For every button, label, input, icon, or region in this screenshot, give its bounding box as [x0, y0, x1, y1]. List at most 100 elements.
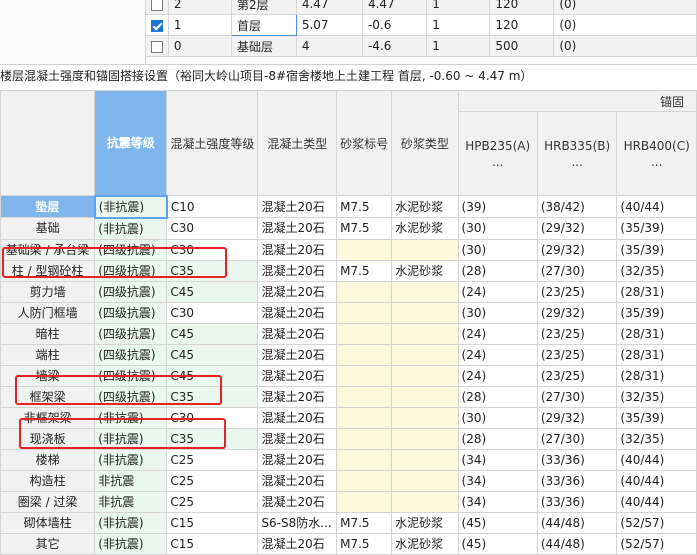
- mortar-type-cell[interactable]: 水泥砂浆: [391, 532, 459, 555]
- floor-bottom-elevation[interactable]: -4.6: [361, 35, 428, 57]
- seismic-level-cell[interactable]: (非抗震): [94, 427, 168, 450]
- mortar-grade-cell[interactable]: [336, 280, 393, 303]
- anchor-hrb335-cell[interactable]: (23/25): [536, 343, 618, 366]
- floor-checkbox-checked[interactable]: [150, 19, 163, 32]
- anchor-hpb235-cell[interactable]: (34): [457, 469, 538, 492]
- column-header-hrb400[interactable]: HRB400(C) ...: [616, 111, 697, 196]
- seismic-level-cell[interactable]: (四级抗震): [94, 259, 168, 282]
- column-header-seismic[interactable]: 抗震等级: [94, 90, 168, 196]
- anchor-hrb400-cell[interactable]: (35/39): [616, 301, 697, 324]
- anchor-hrb400-cell[interactable]: (28/31): [616, 343, 697, 366]
- column-header-hrb335[interactable]: HRB335(B) ...: [536, 111, 618, 196]
- concrete-grade-cell[interactable]: C15: [166, 532, 259, 555]
- anchor-hrb335-cell[interactable]: (29/32): [536, 238, 618, 261]
- anchor-hpb235-cell[interactable]: (30): [457, 238, 538, 261]
- mortar-type-cell[interactable]: 水泥砂浆: [391, 217, 459, 240]
- anchor-hpb235-cell[interactable]: (24): [457, 322, 538, 345]
- floor-slab-thickness[interactable]: 120: [489, 0, 555, 15]
- grid-row[interactable]: 其它 (非抗震) C15 混凝土20石 M7.5 水泥砂浆 (45) (44/48) (52/5…: [0, 532, 697, 555]
- mortar-type-cell[interactable]: [391, 238, 459, 261]
- grid-row[interactable]: 端柱 (四级抗震) C45 混凝土20石 (24) (23/25) (28/31): [0, 343, 697, 366]
- grid-row[interactable]: 楼梯 (非抗震) C25 混凝土20石 (34) (33/36) (40/44): [0, 448, 697, 471]
- mortar-type-cell[interactable]: 水泥砂浆: [391, 259, 459, 282]
- grid-row[interactable]: 墙梁 (四级抗震) C45 混凝土20石 (24) (23/25) (28/31): [0, 364, 697, 387]
- floor-height[interactable]: 4.47: [295, 0, 363, 15]
- mortar-type-cell[interactable]: [391, 343, 459, 366]
- mortar-grade-cell[interactable]: [336, 238, 393, 261]
- seismic-level-cell[interactable]: (四级抗震): [94, 322, 168, 345]
- anchor-hrb335-cell[interactable]: (29/32): [536, 301, 618, 324]
- mortar-type-cell[interactable]: [391, 322, 459, 345]
- seismic-level-cell[interactable]: (四级抗震): [94, 343, 168, 366]
- mortar-grade-cell[interactable]: M7.5: [336, 217, 393, 240]
- mortar-type-cell[interactable]: [391, 385, 459, 408]
- concrete-type-cell[interactable]: 混凝土20石: [257, 364, 338, 387]
- anchor-hpb235-cell[interactable]: (34): [457, 490, 538, 513]
- seismic-level-cell[interactable]: (四级抗震): [94, 385, 168, 408]
- concrete-type-cell[interactable]: 混凝土20石: [257, 301, 338, 324]
- concrete-type-cell[interactable]: 混凝土20石: [257, 469, 338, 492]
- floor-slab-thickness[interactable]: 500: [489, 35, 555, 57]
- anchor-hrb400-cell[interactable]: (35/39): [616, 406, 697, 429]
- anchor-hpb235-cell[interactable]: (30): [457, 217, 538, 240]
- anchor-hrb335-cell[interactable]: (33/36): [536, 469, 618, 492]
- concrete-grade-cell[interactable]: C30: [166, 301, 259, 324]
- anchor-hrb335-cell[interactable]: (23/25): [536, 280, 618, 303]
- floor-count[interactable]: 1: [426, 35, 491, 57]
- mortar-grade-cell[interactable]: [336, 385, 393, 408]
- grid-row[interactable]: 人防门框墙 (四级抗震) C30 混凝土20石 (30) (29/32) (35/39): [0, 301, 697, 324]
- mortar-grade-cell[interactable]: [336, 469, 393, 492]
- anchor-hrb335-cell[interactable]: (23/25): [536, 364, 618, 387]
- seismic-level-cell[interactable]: (非抗震): [94, 532, 168, 555]
- concrete-grade-cell[interactable]: C45: [166, 280, 259, 303]
- grid-row[interactable]: 剪力墙 (四级抗震) C45 混凝土20石 (24) (23/25) (28/31): [0, 280, 697, 303]
- floor-count[interactable]: 1: [426, 0, 491, 15]
- anchor-hrb400-cell[interactable]: (40/44): [616, 448, 697, 471]
- floor-name-edit-cell[interactable]: 首层: [230, 14, 297, 36]
- mortar-grade-cell[interactable]: [336, 490, 393, 513]
- concrete-type-cell[interactable]: 混凝土20石: [257, 448, 338, 471]
- seismic-level-cell[interactable]: 非抗震: [94, 490, 168, 513]
- anchor-hpb235-cell[interactable]: (30): [457, 406, 538, 429]
- floor-count[interactable]: 1: [426, 14, 491, 36]
- floor-height[interactable]: 5.07: [295, 14, 363, 36]
- seismic-level-cell[interactable]: (非抗震): [93, 194, 168, 219]
- seismic-level-cell[interactable]: (非抗震): [94, 406, 168, 429]
- anchor-hrb400-cell[interactable]: (35/39): [616, 217, 697, 240]
- concrete-type-cell[interactable]: S6-S8防水...: [257, 511, 338, 534]
- mortar-grade-cell[interactable]: [336, 406, 393, 429]
- anchor-hrb400-cell[interactable]: (35/39): [616, 238, 697, 261]
- floor-row[interactable]: 2 第2层 4.47 4.47 1 120 (0): [145, 0, 697, 15]
- mortar-grade-cell[interactable]: M7.5: [336, 195, 393, 218]
- floor-row[interactable]: 0 基础层 4 -4.6 1 500 (0): [145, 35, 697, 57]
- anchor-hrb400-cell[interactable]: (52/57): [616, 511, 697, 534]
- column-header-mortar-type[interactable]: 砂浆类型: [391, 90, 459, 196]
- anchor-hrb400-cell[interactable]: (40/44): [616, 469, 697, 492]
- floor-bottom-elevation[interactable]: -0.6: [361, 14, 428, 36]
- mortar-type-cell[interactable]: [391, 406, 459, 429]
- mortar-grade-cell[interactable]: M7.5: [336, 532, 393, 555]
- concrete-type-cell[interactable]: 混凝土20石: [257, 259, 338, 282]
- concrete-grade-cell[interactable]: C45: [166, 343, 259, 366]
- anchor-hpb235-cell[interactable]: (24): [457, 280, 538, 303]
- concrete-grade-cell[interactable]: C35: [166, 385, 259, 408]
- anchor-hpb235-cell[interactable]: (34): [457, 448, 538, 471]
- anchor-hrb400-cell[interactable]: (32/35): [616, 259, 697, 282]
- grid-row[interactable]: 框架梁 (四级抗震) C35 混凝土20石 (28) (27/30) (32/35): [0, 385, 697, 408]
- grid-row[interactable]: 现浇板 (非抗震) C35 混凝土20石 (28) (27/30) (32/35): [0, 427, 697, 450]
- mortar-type-cell[interactable]: [391, 364, 459, 387]
- seismic-level-cell[interactable]: (非抗震): [94, 511, 168, 534]
- mortar-grade-cell[interactable]: [336, 427, 393, 450]
- anchor-hrb335-cell[interactable]: (27/30): [536, 427, 618, 450]
- concrete-grade-cell[interactable]: C45: [166, 322, 259, 345]
- floor-name[interactable]: 基础层: [230, 35, 297, 57]
- concrete-grade-cell[interactable]: C25: [166, 490, 259, 513]
- anchor-hrb400-cell[interactable]: (32/35): [616, 385, 697, 408]
- mortar-grade-cell[interactable]: [336, 322, 393, 345]
- anchor-hpb235-cell[interactable]: (28): [457, 259, 538, 282]
- floor-checkbox[interactable]: [150, 40, 163, 53]
- concrete-type-cell[interactable]: 混凝土20石: [257, 238, 338, 261]
- anchor-hrb335-cell[interactable]: (33/36): [536, 490, 618, 513]
- anchor-hpb235-cell[interactable]: (24): [457, 343, 538, 366]
- anchor-hrb335-cell[interactable]: (27/30): [536, 259, 618, 282]
